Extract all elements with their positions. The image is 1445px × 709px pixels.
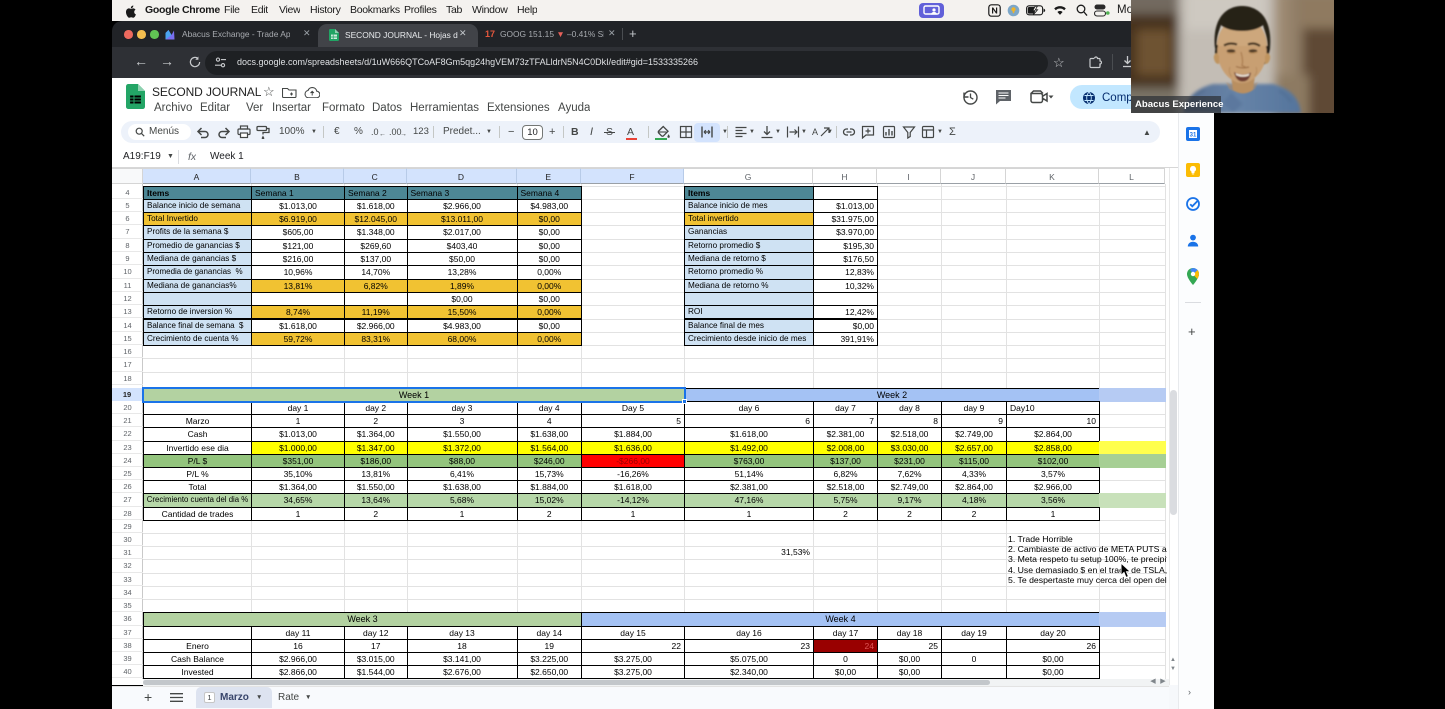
svg-text:31: 31 xyxy=(1190,133,1197,139)
